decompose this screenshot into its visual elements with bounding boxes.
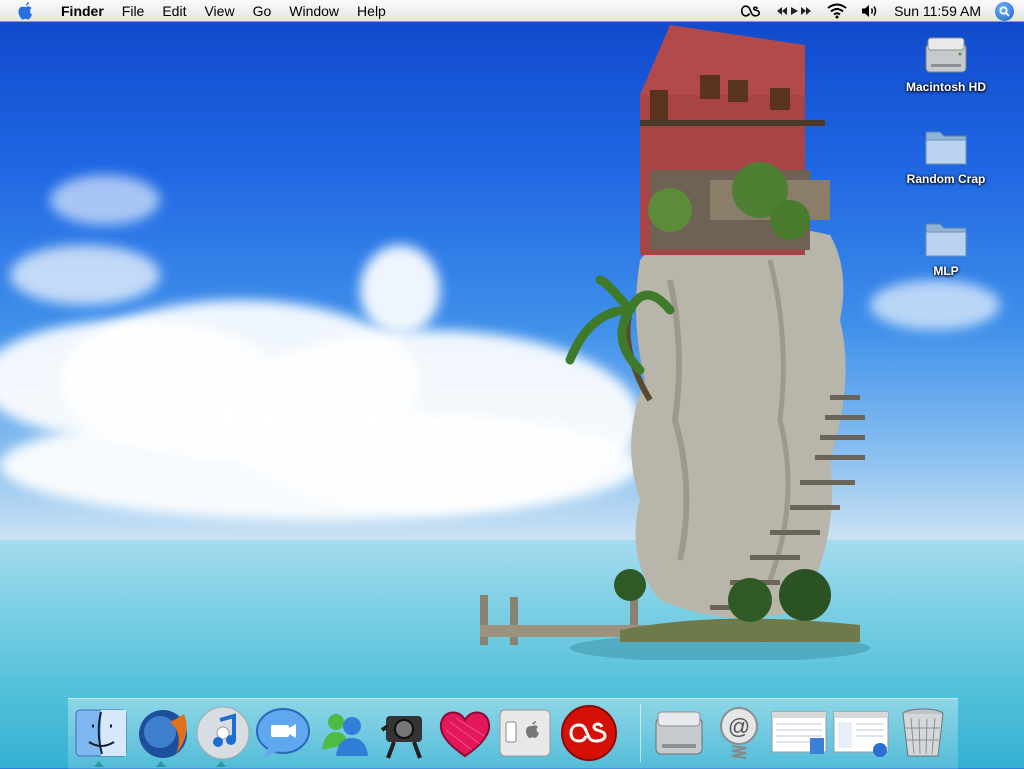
folder-icon	[925, 223, 967, 257]
apple-switch-icon	[499, 709, 551, 757]
rock-island-illustration	[480, 25, 870, 660]
media-controls-icon[interactable]	[768, 6, 820, 16]
desktop-icon-label: MLP	[933, 264, 959, 278]
desktop-icon-macintosh-hd[interactable]: Macintosh HD	[896, 30, 996, 94]
desktop-icon-label: Random Crap	[906, 172, 986, 186]
dock-item-system-preferences[interactable]	[496, 704, 554, 762]
spotlight-search-icon[interactable]	[995, 1, 1014, 21]
running-indicator	[216, 761, 226, 767]
firefox-icon	[139, 710, 187, 758]
desktop-wallpaper	[0, 0, 1024, 768]
ichat-icon	[256, 708, 310, 758]
dock-item-lastfm[interactable]	[560, 704, 618, 762]
folder-icon	[925, 131, 967, 165]
hard-drive-icon	[655, 711, 703, 755]
menu-window[interactable]: Window	[280, 0, 348, 22]
menu-bar: Finder File Edit View Go Window Help Sun…	[0, 0, 1024, 22]
volume-icon[interactable]	[854, 4, 886, 18]
dock-item-messenger[interactable]	[316, 704, 374, 762]
dock-separator	[640, 704, 641, 762]
trash-icon	[902, 708, 944, 757]
wifi-icon[interactable]	[820, 3, 854, 19]
apple-menu-button[interactable]	[0, 0, 52, 22]
menu-help[interactable]: Help	[348, 0, 395, 22]
itunes-icon	[196, 706, 250, 760]
hard-drive-icon	[925, 37, 967, 73]
dock-item-finder[interactable]	[72, 704, 130, 762]
messenger-icon	[322, 714, 368, 756]
menu-file[interactable]: File	[113, 0, 154, 22]
menu-clock[interactable]: Sun 11:59 AM	[886, 3, 991, 19]
running-indicator	[94, 761, 104, 767]
apple-logo-icon	[18, 2, 32, 20]
finder-icon	[75, 709, 127, 757]
dock-item-window-1[interactable]	[770, 704, 828, 762]
window-thumb-icon	[771, 711, 827, 754]
menu-edit[interactable]: Edit	[153, 0, 195, 22]
dock-item-trash[interactable]	[894, 704, 952, 762]
dock-item-camera-thief[interactable]	[376, 704, 434, 762]
dock-item-ichat[interactable]	[254, 704, 312, 762]
dock-item-mail[interactable]: @	[710, 704, 768, 762]
dock-item-firefox[interactable]	[134, 704, 192, 762]
lastfm-menu-icon[interactable]	[734, 5, 768, 17]
camera-thief-icon	[380, 716, 422, 759]
dock-item-macintosh-hd[interactable]	[650, 704, 708, 762]
dock-item-window-2[interactable]	[832, 704, 890, 762]
running-indicator	[156, 761, 166, 767]
window-thumb-icon	[833, 711, 889, 757]
menu-go[interactable]: Go	[244, 0, 281, 22]
desktop-icon-random-crap[interactable]: Random Crap	[896, 122, 996, 186]
mail-spring-icon: @	[720, 707, 758, 759]
dock-item-itunes[interactable]	[194, 704, 252, 762]
dock-item-heart[interactable]	[436, 704, 494, 762]
lastfm-icon	[561, 705, 617, 761]
desktop-icon-label: Macintosh HD	[905, 80, 986, 94]
heart-icon	[439, 711, 491, 758]
svg-text:@: @	[728, 714, 750, 739]
menu-finder[interactable]: Finder	[52, 0, 113, 22]
desktop-icon-mlp[interactable]: MLP	[896, 214, 996, 278]
menu-view[interactable]: View	[195, 0, 243, 22]
